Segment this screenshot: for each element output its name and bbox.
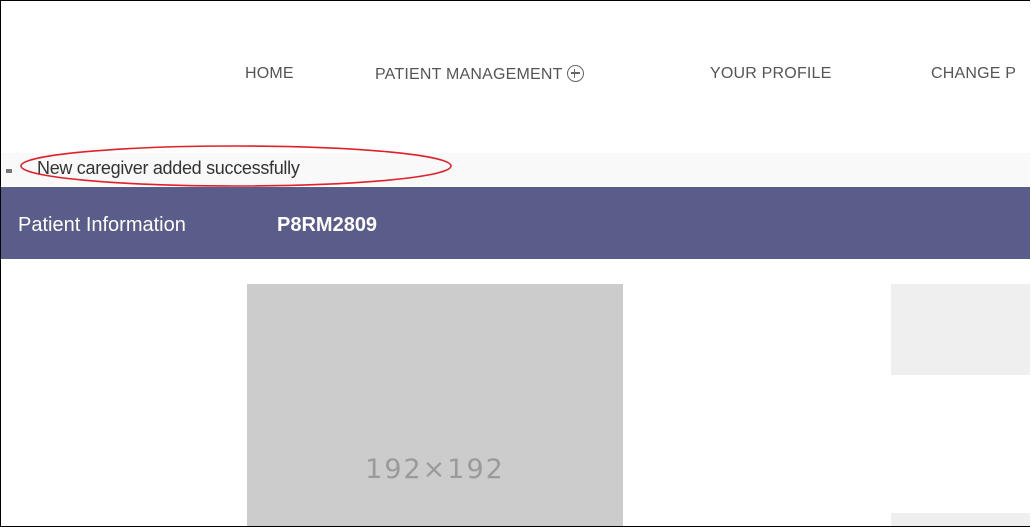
patient-info-header: Patient Information P8RM2809 (1, 187, 1030, 259)
success-alert: New caregiver added successfully (1, 153, 1030, 186)
patient-info-title: Patient Information (18, 214, 186, 236)
top-nav: HOME PATIENT MANAGEMENT YOUR PROFILE CHA… (1, 65, 1030, 93)
nav-your-profile[interactable]: YOUR PROFILE (710, 65, 832, 83)
nav-home[interactable]: HOME (245, 65, 294, 83)
page-frame: HOME PATIENT MANAGEMENT YOUR PROFILE CHA… (0, 0, 1030, 527)
alert-marker (6, 169, 12, 173)
plus-circle-icon[interactable] (566, 65, 584, 82)
nav-patient-management-label: PATIENT MANAGEMENT (375, 66, 563, 83)
nav-patient-management[interactable]: PATIENT MANAGEMENT (375, 65, 584, 84)
info-panel-top (891, 284, 1030, 375)
patient-id: P8RM2809 (277, 214, 378, 236)
nav-change-password[interactable]: CHANGE P (931, 65, 1016, 83)
info-panel-bottom (891, 513, 1030, 526)
alert-message: New caregiver added successfully (37, 158, 300, 178)
placeholder-size-label: 192×192 (365, 454, 505, 485)
patient-photo-placeholder: 192×192 (247, 284, 623, 526)
